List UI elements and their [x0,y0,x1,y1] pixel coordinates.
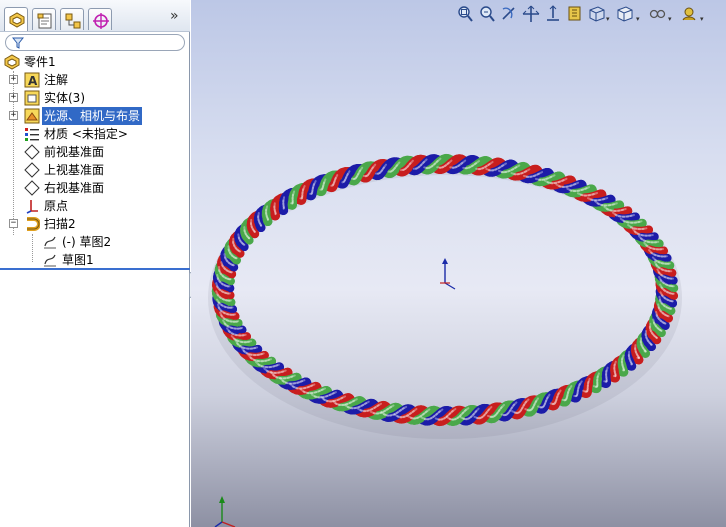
rope-highlight-segment [628,357,632,363]
rope-highlight-segment [640,234,648,237]
rope-strand-segment [231,332,245,342]
rope-highlight-segment [541,177,549,181]
rope-strand-segment [222,318,236,328]
rope-highlight-segment [565,394,569,400]
annotations-icon: A [24,72,40,88]
reference-triad-z-axis [214,521,223,527]
rope-highlight-segment [242,346,250,350]
feature-manager-icon [9,12,25,28]
sketch-icon [44,236,56,249]
rope-highlight-segment [646,240,654,244]
rope-highlight-segment [341,403,349,407]
rope-highlight-segment [554,398,558,404]
rope-highlight-segment [273,208,277,214]
feature-manager-panel: » 零件1 + A 注解 + 实体(3) + 光源、相机与布景 材质 <未指定>… [0,0,190,527]
sweep-icon [27,217,40,231]
dimxpert-icon [93,13,109,29]
rope-highlight-segment [309,391,318,395]
manager-tab-bar: » [0,0,190,32]
rope-highlight-segment [236,339,244,344]
tree-root-label: 零件1 [24,55,56,69]
tree-item-label: 扫描2 [44,217,76,231]
rope-highlight-segment [329,399,337,403]
plane-icon [24,180,40,196]
rope-strand-segment [500,168,514,179]
rope-highlight-segment [613,370,617,376]
rope-highlight-segment [621,363,625,370]
tree-item-label: (-) 草图2 [62,235,112,249]
rope-highlight-segment [542,402,547,408]
configuration-manager-tab[interactable] [60,8,84,30]
filter-icon [12,37,24,49]
rope-highlight-segment [258,221,262,226]
property-manager-tab[interactable] [32,8,56,30]
tree-filter-input[interactable] [5,34,185,51]
tree-item-label: 右视基准面 [44,181,105,195]
graphics-viewport[interactable]: ▾ ▾ ▾ ▾ [191,0,726,527]
rope-strand-segment [513,170,527,181]
feature-manager-tab[interactable] [4,7,28,31]
rope-highlight-segment [321,184,325,190]
tree-item-label: 注解 [44,73,69,87]
tree-item-label: 前视基准面 [44,145,105,159]
solid-bodies-icon [24,90,40,106]
rope-highlight-segment [225,319,233,323]
rope-highlight-segment [626,221,634,224]
braided-ring-model[interactable] [191,0,726,527]
property-manager-icon [37,13,52,29]
tree-item-label: 草图1 [62,253,94,267]
rope-highlight-segment [234,333,242,337]
rope-strand-segment [637,232,651,242]
dimxpert-manager-tab[interactable] [88,8,112,30]
rope-highlight-segment [663,275,670,280]
plane-icon [24,144,40,160]
origin-arrow-y [442,258,448,264]
plane-icon [24,162,40,178]
rope-highlight-segment [516,172,524,176]
collapse-toggle[interactable]: − [9,219,18,228]
sketch-icon [44,254,56,267]
rope-highlight-segment [389,413,396,417]
tree-item-label: 实体(3) [44,91,85,105]
expand-toggle[interactable]: + [9,111,18,120]
expand-toggle[interactable]: + [9,75,18,84]
rope-highlight-segment [665,283,672,287]
tree-item-label: 原点 [44,199,69,213]
rope-highlight-segment [229,326,237,330]
rope-highlight-segment [504,169,511,174]
origin-icon [26,200,38,214]
reference-triad-y-arrow [219,496,225,503]
tree-item-label: 上视基准面 [44,163,105,177]
rope-highlight-segment [660,268,668,272]
rope-highlight-segment [618,215,626,218]
part-icon [4,54,20,70]
rope-strand-segment [226,325,240,335]
panel-splitter[interactable] [0,268,190,270]
tree-item-label-selected: 光源、相机与布景 [42,107,143,125]
rope-highlight-segment [221,298,228,302]
rope-highlight-segment [529,174,537,178]
expand-toggle[interactable]: + [9,93,18,102]
lights-cameras-scene-icon [24,108,40,124]
tree-connector-child [32,234,33,262]
rope-highlight-segment [321,395,329,399]
configuration-manager-icon [65,13,81,29]
tree-item-label: 材质 <未指定> [44,127,128,141]
rope-highlight-segment [343,176,348,182]
rope-highlight-segment [553,180,561,185]
reference-triad-x-axis [221,521,236,527]
rope-highlight-segment [299,387,307,390]
rope-highlight-segment [583,194,591,197]
rope-highlight-segment [269,371,277,374]
rope-highlight-segment [633,227,641,231]
rope-strand-segment [643,239,658,249]
svg-text:A: A [28,74,38,88]
rope-highlight-segment [249,353,257,357]
origin-axis-x [444,282,456,290]
rope-highlight-segment [332,180,336,186]
material-icon [25,128,39,141]
rope-highlight-segment [353,405,361,410]
more-tabs-chevron-icon[interactable]: » [170,9,182,23]
rope-highlight-segment [265,214,269,220]
